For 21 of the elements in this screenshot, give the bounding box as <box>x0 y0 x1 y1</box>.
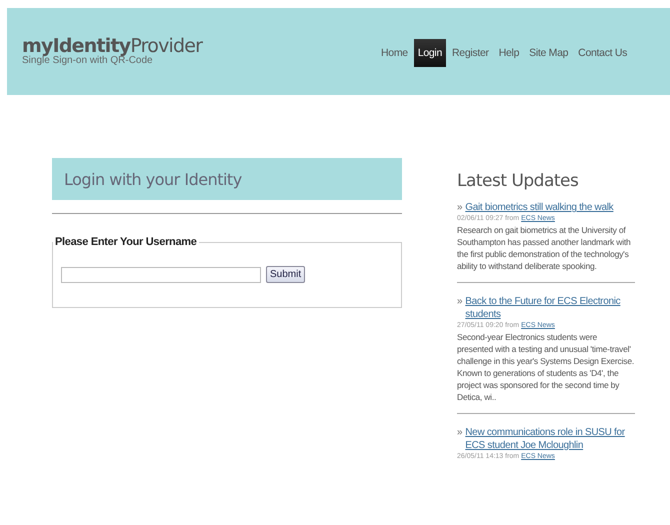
bullet-marker: » <box>457 426 462 439</box>
site-logo[interactable]: myIdentityProvider <box>22 37 377 56</box>
nav-link[interactable]: Help <box>494 38 524 66</box>
news-headline-link[interactable]: Back to the Future for ECS Electronic students <box>465 295 635 321</box>
news-summary: Second-year Electronics students were presented with a testing and unusual 'time-travel' challenge in this year's Systems Design Exercise. Known to generations of students as 'D4', the project was sponsored for the second time by Detica, wi.. <box>457 331 635 403</box>
nav-link[interactable]: Contact Us <box>574 38 632 66</box>
nav-link[interactable]: Login <box>414 38 446 66</box>
news-headline-link[interactable]: New communications role in SUSU for ECS student Joe Mcloughlin <box>465 426 635 452</box>
submit-button[interactable]: Submit <box>266 266 306 283</box>
updates-heading: Latest Updates <box>457 171 580 191</box>
bullet-marker: » <box>457 295 462 308</box>
username-field[interactable] <box>61 266 261 282</box>
nav-link[interactable]: Site Map <box>525 38 572 66</box>
nav-link[interactable]: Home <box>377 38 412 66</box>
login-heading: Login with your Identity <box>52 158 402 200</box>
bullet-marker: » <box>457 201 462 214</box>
site-tagline: Single Sign-on with QR-Code <box>22 55 154 66</box>
nav-link[interactable]: Register <box>448 38 493 66</box>
news-headline-link[interactable]: Gait biometrics still walking the walk <box>465 201 614 214</box>
fieldset-legend: Please Enter Your Username <box>53 236 199 248</box>
news-summary: Research on gait biometrics at the University of Southampton has passed another landmark with the first public demonstration of the technology's ability to withstand deliberate spooking. <box>457 224 632 272</box>
